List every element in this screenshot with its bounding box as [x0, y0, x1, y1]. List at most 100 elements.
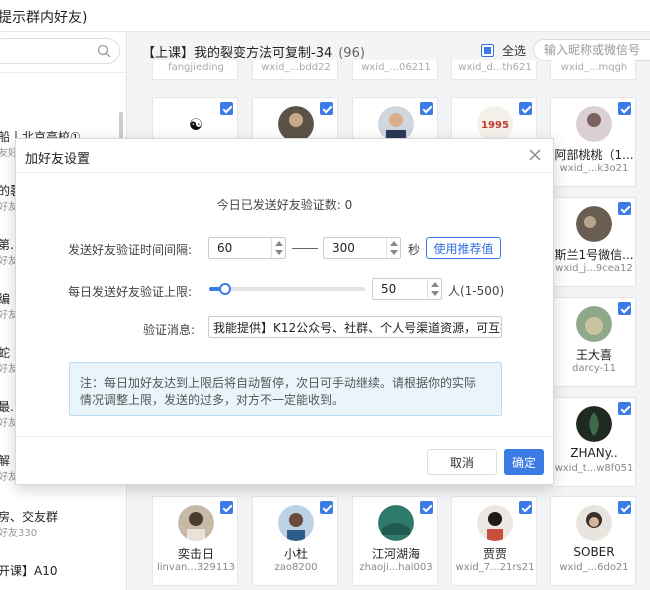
friend-id: zao8200	[274, 562, 318, 573]
friend-name: 江河湖海	[371, 547, 420, 561]
avatar	[576, 406, 612, 442]
friend-name: ZHANy..	[570, 446, 618, 460]
friend-id: wxid_d...th621	[458, 62, 532, 73]
message-label: 验证消息:	[143, 323, 196, 337]
checkbox-icon[interactable]	[320, 102, 333, 115]
checkbox-icon[interactable]	[618, 501, 631, 514]
friend-card[interactable]: SOBER wxid_...6do21	[550, 496, 636, 586]
group-subtitle: 好友330	[0, 528, 38, 539]
avatar	[178, 505, 214, 541]
friend-card[interactable]: 小杜 zao8200	[252, 496, 338, 586]
svg-text:1995: 1995	[481, 120, 509, 131]
friend-id: wxid_...mqgh	[560, 62, 628, 73]
checkbox-icon[interactable]	[618, 202, 631, 215]
slider-handle[interactable]	[219, 283, 231, 295]
daily-limit-stepper[interactable]: 50	[372, 278, 442, 300]
friend-id: linvan...329113	[157, 562, 235, 573]
checkbox-icon[interactable]	[519, 102, 532, 115]
group-name: 第.	[0, 238, 14, 252]
checkbox-icon[interactable]	[220, 501, 233, 514]
chevron-up-icon[interactable]	[390, 241, 398, 246]
chevron-up-icon[interactable]	[431, 282, 439, 287]
group-search-input[interactable]	[0, 38, 120, 64]
friend-card[interactable]: fangjieding	[152, 60, 238, 80]
friend-name: 贾贾	[482, 547, 507, 561]
stepper-arrows[interactable]	[386, 238, 400, 258]
checkbox-icon[interactable]	[618, 402, 631, 415]
checkbox-icon[interactable]	[519, 501, 532, 514]
use-recommended-button[interactable]: 使用推荐值	[426, 237, 501, 259]
checkbox-icon[interactable]	[618, 102, 631, 115]
select-all-label: 全选	[502, 43, 527, 58]
svg-text:☯: ☯	[189, 115, 203, 134]
interval-label: 发送好友验证时间间隔:	[68, 243, 193, 257]
confirm-button[interactable]: 确定	[504, 449, 544, 475]
group-name: 蛇	[0, 344, 10, 361]
dialog-header: 加好友设置	[16, 139, 553, 173]
friend-card[interactable]: wxid_...bdd22	[252, 60, 338, 80]
checkbox-icon[interactable]	[420, 501, 433, 514]
friend-id: zhaoji...hai003	[359, 562, 433, 573]
group-name: 解	[0, 452, 10, 469]
friend-name: 小杜	[283, 547, 308, 561]
group-name: 编	[0, 290, 10, 307]
checkbox-icon[interactable]	[320, 501, 333, 514]
sidebar-divider	[0, 72, 126, 73]
daily-limit-unit: 人(1-500)	[448, 284, 505, 298]
friend-id: wxid_t...w8f051	[554, 463, 634, 474]
group-title: 【上课】我的裂变方法可复制-34 (96)	[142, 42, 365, 61]
interval-unit: 秒	[408, 243, 421, 257]
chevron-down-icon[interactable]	[431, 291, 439, 296]
friend-id: wxid_7...21rs21	[455, 562, 535, 573]
notice-box: 注：每日加好友达到上限后将自动暂停，次日可手动继续。请根据你的实际 情况调整上限…	[69, 362, 502, 416]
checkbox-icon[interactable]	[618, 302, 631, 315]
notice-line-1: 注：每日加好友达到上限后将自动暂停，次日可手动继续。请根据你的实际	[80, 376, 477, 390]
friend-card[interactable]: wxid_...mqgh	[550, 60, 636, 80]
avatar	[378, 106, 414, 142]
notice-line-2: 情况调整上限，发送的过多，对方不一定能收到。	[80, 393, 345, 407]
daily-limit-label: 每日发送好友验证上限:	[68, 285, 193, 299]
avatar	[378, 505, 414, 541]
friend-card[interactable]: 贾贾 wxid_7...21rs21	[451, 496, 537, 586]
avatar	[576, 106, 612, 142]
friend-name: SOBER	[573, 545, 615, 559]
interval-max-stepper[interactable]: 300	[323, 237, 401, 259]
checkbox-icon[interactable]	[481, 43, 494, 57]
friend-id: wxid_...k3o21	[559, 163, 629, 174]
close-icon[interactable]	[529, 149, 541, 161]
avatar	[576, 505, 612, 541]
chevron-up-icon[interactable]	[275, 241, 283, 246]
verification-message-input[interactable]	[208, 316, 502, 338]
search-icon[interactable]	[97, 44, 111, 58]
cancel-button[interactable]: 取消	[427, 449, 497, 475]
chevron-down-icon[interactable]	[275, 250, 283, 255]
friend-id: wxid_...bdd22	[261, 62, 331, 73]
friend-card[interactable]: 江河湖海 zhaoji...hai003	[352, 496, 438, 586]
checkbox-icon[interactable]	[220, 102, 233, 115]
daily-limit-slider[interactable]	[209, 287, 365, 291]
friend-card[interactable]: ZHANy.. wxid_t...w8f051	[550, 397, 636, 487]
chevron-down-icon[interactable]	[390, 250, 398, 255]
friend-id: wxid_j...9cea12	[555, 263, 633, 274]
daily-limit-value: 50	[381, 282, 397, 296]
avatar	[477, 505, 513, 541]
friend-search-input[interactable]	[533, 39, 650, 61]
stepper-arrows[interactable]	[271, 238, 285, 258]
friend-card[interactable]: 王大喜 darcy-11	[550, 297, 636, 387]
checkbox-icon[interactable]	[420, 102, 433, 115]
avatar	[278, 505, 314, 541]
friend-card[interactable]: wxid_...06211	[352, 60, 438, 80]
stepper-arrows[interactable]	[427, 279, 441, 299]
range-dash	[292, 248, 318, 249]
friend-card[interactable]: 阿部桃桃（1... wxid_...k3o21	[550, 97, 636, 187]
friend-name: 奕击日	[177, 547, 214, 561]
interval-min-stepper[interactable]: 60	[208, 237, 286, 259]
friend-name: 斯兰1号微信...	[554, 248, 634, 262]
avatar	[576, 206, 612, 242]
group-member-count: (96)	[338, 46, 365, 61]
friend-card[interactable]: 斯兰1号微信... wxid_j...9cea12	[550, 197, 636, 287]
avatar: 1995	[477, 106, 513, 142]
select-all-checkbox[interactable]: 全选	[481, 41, 526, 59]
friend-card[interactable]: 奕击日 linvan...329113	[152, 496, 238, 586]
friend-card[interactable]: wxid_d...th621	[451, 60, 537, 80]
